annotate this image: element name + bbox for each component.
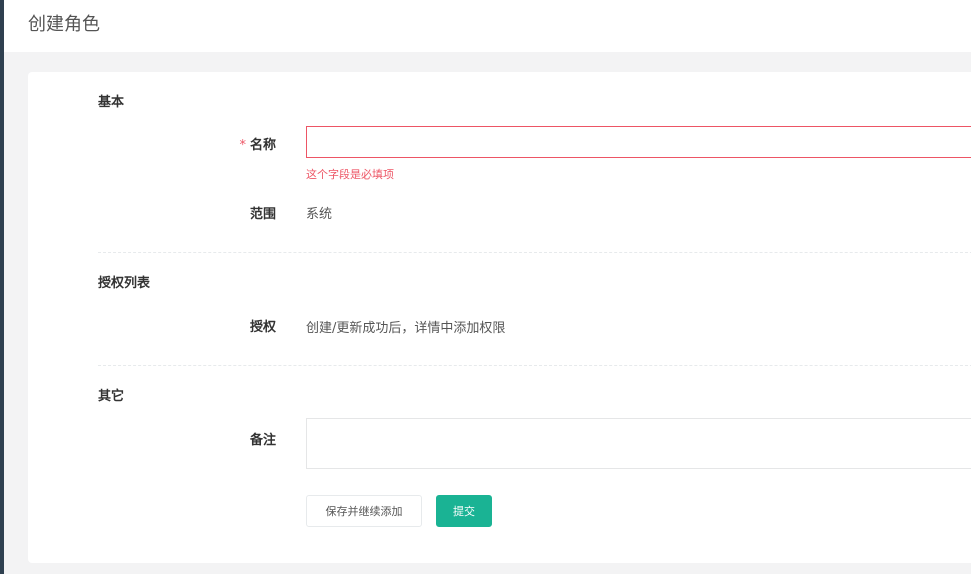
remark-label: 备注 xyxy=(249,433,276,448)
permission-label: 授权 xyxy=(249,320,276,335)
page-title: 创建角色 xyxy=(28,14,100,35)
form-card: 基本 * 名称 这个字段是必填项 范围 系统 授权列表 授权 创建/更新成功后，详… xyxy=(28,72,971,563)
scope-label: 范围 xyxy=(249,207,276,222)
section-divider xyxy=(98,252,971,253)
section-title-other: 其它 xyxy=(98,389,125,404)
sidebar-edge xyxy=(0,0,4,574)
submit-button[interactable]: 提交 xyxy=(436,495,492,527)
name-label-text: 名称 xyxy=(249,138,276,153)
section-title-auth: 授权列表 xyxy=(98,276,151,291)
permission-value: 创建/更新成功后，详情中添加权限 xyxy=(306,321,506,336)
name-label: * 名称 xyxy=(28,134,276,153)
remark-textarea[interactable] xyxy=(306,418,971,469)
scope-value: 系统 xyxy=(306,207,333,222)
save-and-continue-button[interactable]: 保存并继续添加 xyxy=(306,495,422,527)
name-input[interactable] xyxy=(306,126,971,158)
name-error-message: 这个字段是必填项 xyxy=(306,168,394,181)
section-divider xyxy=(98,365,971,366)
page-header: 创建角色 xyxy=(4,0,971,52)
section-title-basic: 基本 xyxy=(98,95,125,110)
required-mark: * xyxy=(239,138,246,153)
